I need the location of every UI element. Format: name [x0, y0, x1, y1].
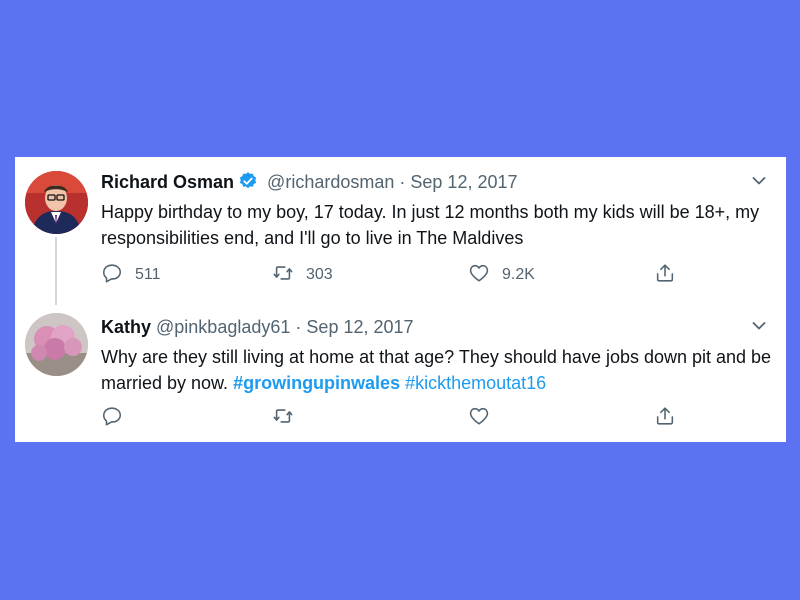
chevron-down-icon[interactable] — [752, 318, 766, 330]
display-name[interactable]: Richard Osman — [101, 172, 234, 192]
like-count: 9.2K — [502, 266, 535, 283]
hashtag-link[interactable]: #kickthemoutat16 — [405, 373, 546, 393]
tweet-thread-card: Richard Osman @richardosman · Sep 12, 201… — [15, 157, 786, 442]
tweet-date[interactable]: Sep 12, 2017 — [410, 172, 517, 192]
like-button[interactable]: 9.2K — [468, 263, 535, 287]
chevron-down-icon[interactable] — [752, 173, 766, 185]
handle[interactable]: @richardosman — [267, 172, 394, 192]
avatar[interactable] — [25, 171, 88, 234]
reply-icon — [101, 405, 123, 432]
hashtag-link[interactable]: #growingupinwales — [233, 373, 400, 393]
display-name[interactable]: Kathy — [101, 317, 151, 337]
tweet-text: Why are they still living at home at tha… — [101, 344, 772, 396]
share-button[interactable] — [654, 263, 676, 287]
tweet-actions: 511 303 9.2K — [101, 263, 681, 287]
reply-icon — [101, 262, 123, 289]
verified-icon — [238, 171, 258, 196]
reply-button[interactable]: 511 — [101, 263, 161, 287]
share-icon — [654, 405, 676, 432]
tweet-kathy[interactable]: Kathy @pinkbaglady61 · Sep 12, 2017 Why a… — [15, 302, 786, 442]
retweet-count: 303 — [306, 266, 333, 283]
retweet-icon — [272, 262, 294, 289]
tweet-header: Richard Osman @richardosman · Sep 12, 201… — [101, 171, 756, 196]
reply-button[interactable] — [101, 406, 123, 430]
separator: · — [295, 317, 302, 337]
like-button[interactable] — [468, 406, 490, 430]
retweet-button[interactable]: 303 — [272, 263, 333, 287]
tweet-header: Kathy @pinkbaglady61 · Sep 12, 2017 — [101, 316, 756, 338]
handle[interactable]: @pinkbaglady61 — [156, 317, 290, 337]
separator: · — [399, 172, 406, 192]
tweet-date[interactable]: Sep 12, 2017 — [306, 317, 413, 337]
tweet-richard-osman[interactable]: Richard Osman @richardosman · Sep 12, 201… — [15, 157, 786, 305]
retweet-button[interactable] — [272, 406, 294, 430]
like-icon — [468, 405, 490, 432]
avatar[interactable] — [25, 313, 88, 376]
tweet-actions — [101, 406, 681, 430]
tweet-text: Happy birthday to my boy, 17 today. In j… — [101, 202, 760, 248]
share-button[interactable] — [654, 406, 676, 430]
share-icon — [654, 262, 676, 289]
thread-connector-line — [55, 237, 57, 305]
like-icon — [468, 262, 490, 289]
reply-count: 511 — [135, 266, 161, 283]
retweet-icon — [272, 405, 294, 432]
